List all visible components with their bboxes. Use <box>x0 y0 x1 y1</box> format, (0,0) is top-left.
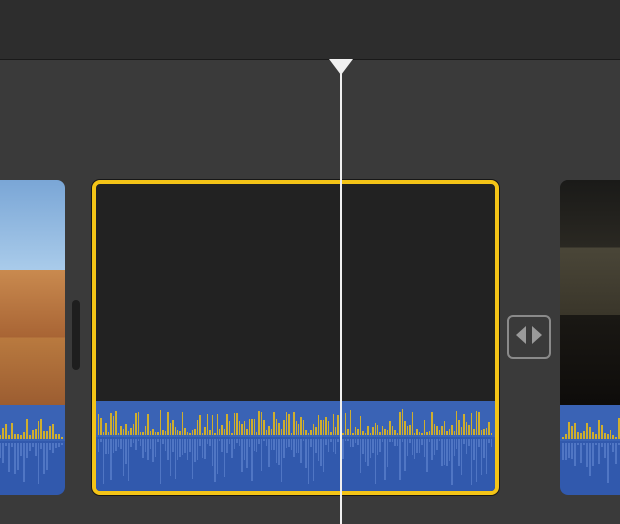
playhead-marker-icon <box>329 59 353 75</box>
timeline[interactable] <box>0 60 620 524</box>
transition-cross-dissolve[interactable] <box>507 315 551 359</box>
audio-waveform <box>0 409 65 439</box>
audio-waveform <box>560 409 620 439</box>
cross-dissolve-icon <box>514 320 544 355</box>
audio-waveform-lower <box>96 439 495 487</box>
toolbar-strip <box>0 0 620 60</box>
audio-waveform-lower <box>560 443 620 491</box>
clip-audio-track[interactable] <box>0 405 65 495</box>
clip-edge-handle[interactable] <box>72 300 80 370</box>
playhead[interactable] <box>340 60 342 524</box>
clip-thumbnail <box>0 180 65 405</box>
clip-next[interactable] <box>560 180 620 495</box>
clip-audio-track[interactable] <box>96 401 495 491</box>
clip-thumbnail <box>560 180 620 405</box>
audio-waveform-lower <box>0 443 65 491</box>
clip-audio-track[interactable] <box>560 405 620 495</box>
clip-prev[interactable] <box>0 180 65 495</box>
clip-selected[interactable] <box>92 180 499 495</box>
audio-waveform <box>96 405 495 435</box>
